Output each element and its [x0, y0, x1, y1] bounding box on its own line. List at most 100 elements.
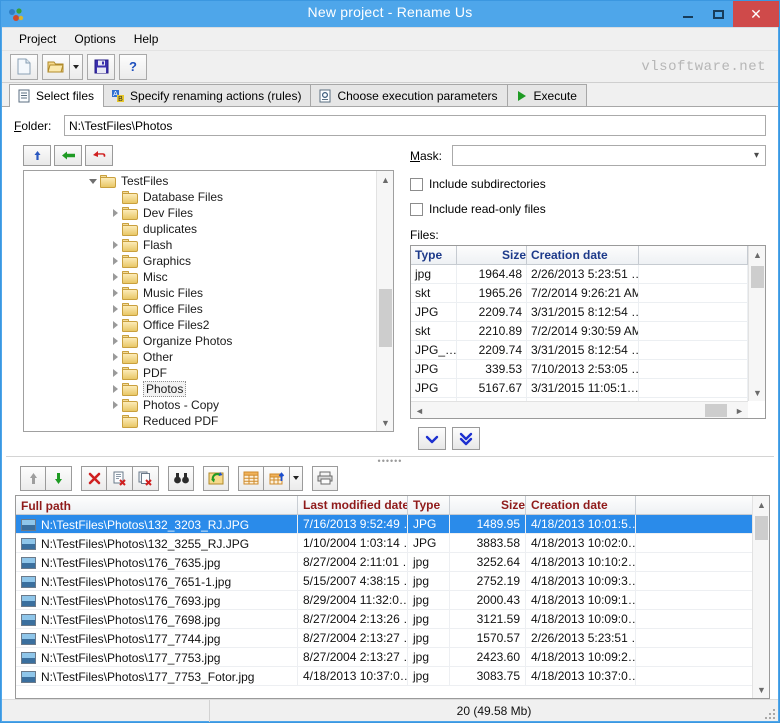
- tree-item[interactable]: PDF: [24, 365, 376, 381]
- table-row[interactable]: N:\TestFiles\Photos\176_7635.jpg 8/27/200…: [16, 553, 752, 572]
- tree-item[interactable]: Photos: [24, 381, 376, 397]
- files-vertical-scrollbar[interactable]: ▲ ▼: [748, 246, 765, 401]
- include-readonly-row[interactable]: Include read-only files: [410, 202, 766, 216]
- menu-options[interactable]: Options: [65, 29, 124, 49]
- scroll-down-button[interactable]: ▼: [377, 414, 393, 431]
- remove-selected-button[interactable]: [81, 465, 107, 491]
- folder-path-input[interactable]: [64, 115, 766, 136]
- tree-item[interactable]: Misc: [24, 269, 376, 285]
- import-list-button[interactable]: [238, 465, 264, 491]
- expand-arrow-icon[interactable]: [108, 317, 122, 333]
- scroll-left-button[interactable]: ◄: [411, 402, 428, 418]
- table-row[interactable]: N:\TestFiles\Photos\177_7744.jpg 8/27/200…: [16, 629, 752, 648]
- help-button[interactable]: ?: [119, 53, 147, 80]
- move-up-button[interactable]: [20, 465, 46, 491]
- expand-arrow-icon[interactable]: [108, 333, 122, 349]
- column-header-creation-date[interactable]: Creation date: [526, 496, 636, 514]
- folder-tree[interactable]: TestFiles Database Files Dev Files duplicat…: [23, 170, 394, 432]
- back-button[interactable]: [54, 145, 82, 166]
- column-header-size[interactable]: Size: [457, 246, 527, 264]
- add-selected-button[interactable]: [418, 427, 446, 450]
- maximize-button[interactable]: [703, 1, 733, 27]
- open-folder-button[interactable]: [42, 53, 70, 80]
- tree-item[interactable]: Office Files: [24, 301, 376, 317]
- column-header-full-path[interactable]: Full path: [16, 496, 298, 514]
- files-row[interactable]: JPG 2209.74 3/31/2015 8:12:54 …: [411, 303, 748, 322]
- files-grid[interactable]: Type Size Creation date jpg 1964.48 2/26/2…: [410, 245, 766, 419]
- close-button[interactable]: ✕: [733, 1, 779, 27]
- column-header-creation[interactable]: Creation date: [527, 246, 639, 264]
- expand-arrow-icon[interactable]: [108, 381, 122, 397]
- selected-files-vertical-scrollbar[interactable]: ▲ ▼: [752, 496, 769, 698]
- table-row[interactable]: N:\TestFiles\Photos\176_7693.jpg 8/29/200…: [16, 591, 752, 610]
- column-header-type[interactable]: Type: [408, 496, 450, 514]
- tree-item[interactable]: Database Files: [24, 189, 376, 205]
- remove-all-button[interactable]: [133, 465, 159, 491]
- save-project-button[interactable]: [87, 53, 115, 80]
- minimize-button[interactable]: [673, 1, 703, 27]
- table-row[interactable]: N:\TestFiles\Photos\176_7651-1.jpg 5/15/2…: [16, 572, 752, 591]
- scrollbar-thumb[interactable]: [751, 266, 764, 288]
- tree-item[interactable]: Reduced PDF: [24, 413, 376, 429]
- scroll-up-button[interactable]: ▲: [749, 246, 765, 263]
- include-subdirectories-checkbox[interactable]: [410, 177, 423, 191]
- table-row[interactable]: N:\TestFiles\Photos\177_7753_Fotor.jpg 4/…: [16, 667, 752, 686]
- add-all-button[interactable]: [452, 427, 480, 450]
- tree-vertical-scrollbar[interactable]: ▲ ▼: [376, 171, 393, 431]
- tree-item[interactable]: Graphics: [24, 253, 376, 269]
- find-button[interactable]: [168, 465, 194, 491]
- expand-arrow-icon[interactable]: [108, 269, 122, 285]
- files-row[interactable]: jpg 1964.48 2/26/2013 5:23:51 …: [411, 265, 748, 284]
- table-row[interactable]: N:\TestFiles\Photos\177_7753.jpg 8/27/200…: [16, 648, 752, 667]
- scroll-up-button[interactable]: ▲: [753, 496, 769, 513]
- collapse-arrow-icon[interactable]: [86, 173, 100, 189]
- scrollbar-thumb[interactable]: [379, 289, 392, 347]
- tree-item[interactable]: Flash: [24, 237, 376, 253]
- column-header-last-modified[interactable]: Last modified date: [298, 496, 408, 514]
- files-row[interactable]: skt 1965.26 7/2/2014 9:26:21 AM: [411, 284, 748, 303]
- expand-arrow-icon[interactable]: [108, 301, 122, 317]
- undo-navigation-button[interactable]: [85, 145, 113, 166]
- new-project-button[interactable]: [10, 53, 38, 80]
- column-header-type[interactable]: Type: [411, 246, 457, 264]
- export-dropdown-button[interactable]: [290, 465, 303, 491]
- splitter[interactable]: ••••••: [6, 456, 774, 466]
- refresh-button[interactable]: [203, 465, 229, 491]
- tree-item[interactable]: Office Files2: [24, 317, 376, 333]
- menu-help[interactable]: Help: [125, 29, 168, 49]
- remove-file-button[interactable]: [107, 465, 133, 491]
- expand-arrow-icon[interactable]: [108, 365, 122, 381]
- include-readonly-checkbox[interactable]: [410, 202, 423, 216]
- tree-item[interactable]: Dev Files: [24, 205, 376, 221]
- print-button[interactable]: [312, 465, 338, 491]
- chevron-down-icon[interactable]: ▾: [748, 146, 765, 165]
- include-subdirectories-row[interactable]: Include subdirectories: [410, 177, 766, 191]
- move-down-button[interactable]: [46, 465, 72, 491]
- tab-select-files[interactable]: Select files: [9, 84, 105, 107]
- menu-project[interactable]: Project: [10, 29, 65, 49]
- files-row[interactable]: JPG 5167.67 3/31/2015 11:05:1…: [411, 379, 748, 398]
- tree-item[interactable]: Other: [24, 349, 376, 365]
- selected-files-grid[interactable]: Full path Last modified date Type Size C…: [15, 495, 770, 699]
- scrollbar-thumb[interactable]: [755, 516, 768, 540]
- files-horizontal-scrollbar[interactable]: ◄ ►: [411, 401, 748, 418]
- tree-item[interactable]: TestFiles: [24, 173, 376, 189]
- tree-item[interactable]: Music Files: [24, 285, 376, 301]
- scroll-right-button[interactable]: ►: [731, 402, 748, 418]
- tree-item[interactable]: duplicates: [24, 221, 376, 237]
- expand-arrow-icon[interactable]: [108, 349, 122, 365]
- up-one-level-button[interactable]: [23, 145, 51, 166]
- tree-item[interactable]: Organize Photos: [24, 333, 376, 349]
- resize-grip[interactable]: [763, 707, 775, 719]
- table-row[interactable]: N:\TestFiles\Photos\132_3203_RJ.JPG 7/16/…: [16, 515, 752, 534]
- tab-execute[interactable]: Execute: [506, 84, 587, 106]
- tab-specify-rules[interactable]: A B Specify renaming actions (rules): [103, 84, 312, 106]
- expand-arrow-icon[interactable]: [108, 397, 122, 413]
- files-row[interactable]: JPG 339.53 7/10/2013 2:53:05 …: [411, 360, 748, 379]
- table-row[interactable]: N:\TestFiles\Photos\132_3255_RJ.JPG 1/10/…: [16, 534, 752, 553]
- expand-arrow-icon[interactable]: [108, 253, 122, 269]
- scrollbar-thumb[interactable]: [705, 404, 727, 417]
- files-row[interactable]: skt 2210.89 7/2/2014 9:30:59 AM: [411, 322, 748, 341]
- tree-item[interactable]: Photos - Copy: [24, 397, 376, 413]
- files-row[interactable]: JPG_… 2209.74 3/31/2015 8:12:54 …: [411, 341, 748, 360]
